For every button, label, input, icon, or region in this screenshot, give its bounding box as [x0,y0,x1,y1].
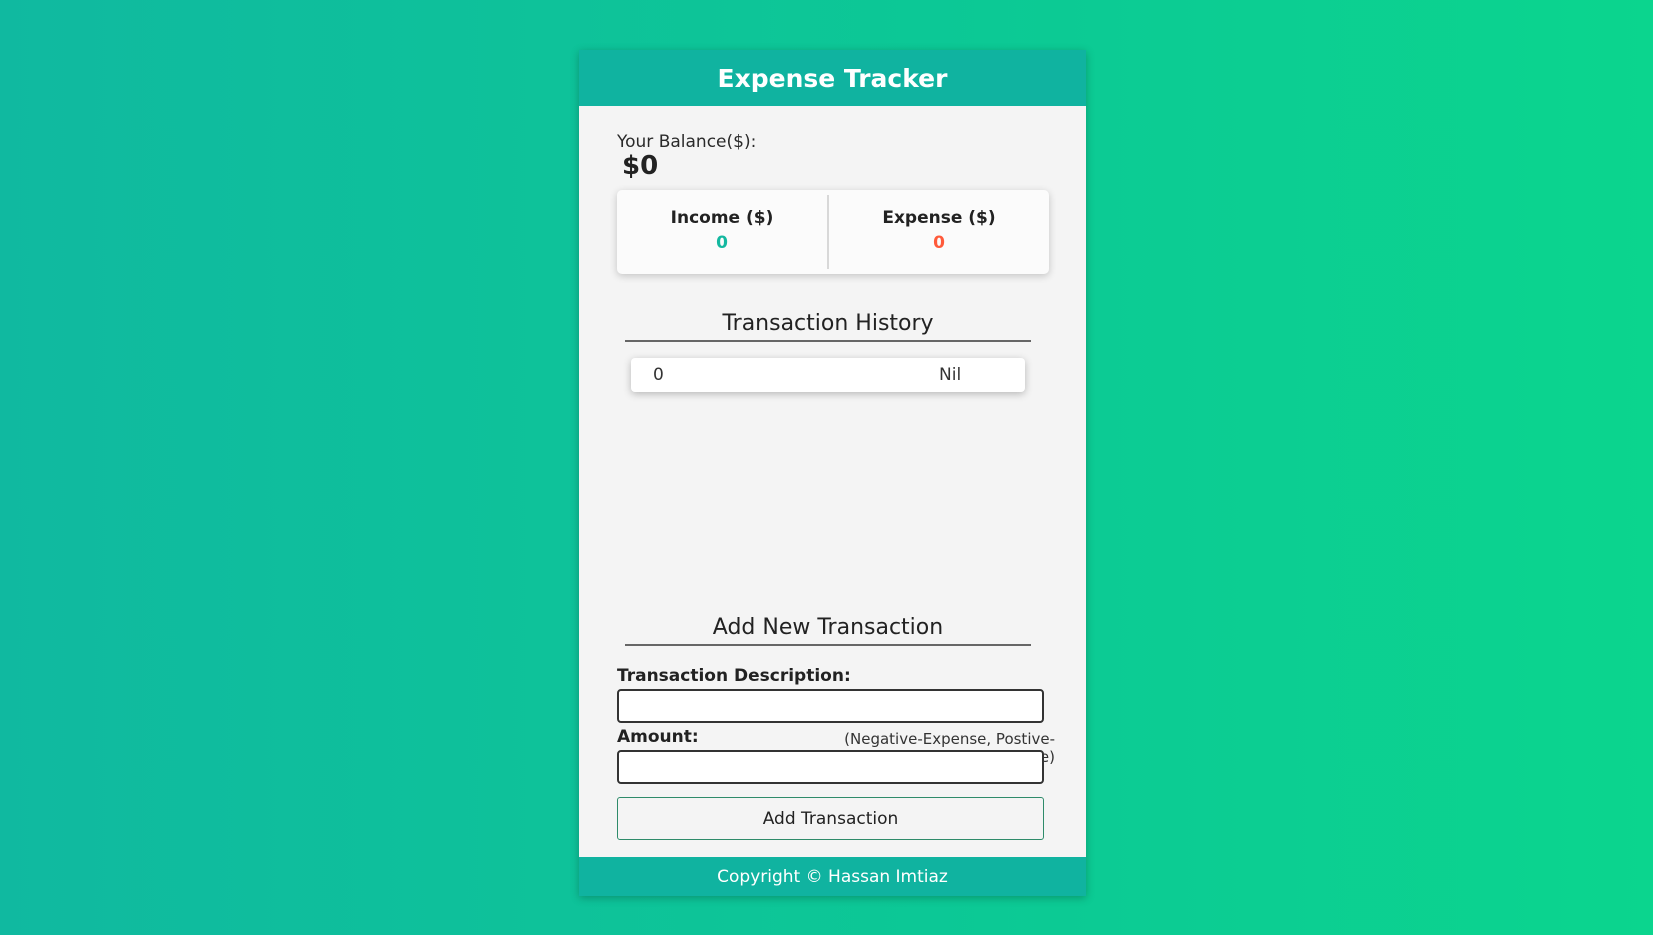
add-transaction-title: Add New Transaction [625,615,1031,646]
transaction-history-title: Transaction History [625,311,1031,342]
description-label: Transaction Description: [617,666,851,686]
app-header: Expense Tracker [579,50,1086,106]
history-item-amount: 0 [653,365,664,385]
expense-tracker-card: Expense Tracker Your Balance($): $0 Inco… [579,50,1086,896]
balance-label: Your Balance($): [617,132,757,152]
balance-value: $0 [622,151,659,181]
expense-label: Expense ($) [882,208,996,228]
amount-input[interactable] [617,750,1044,784]
history-list-item[interactable]: 0 Nil [631,358,1025,392]
income-value: 0 [716,233,728,253]
expense-column: Expense ($) 0 [829,190,1049,274]
income-label: Income ($) [670,208,774,228]
app-title: Expense Tracker [717,63,948,93]
amount-label: Amount: [617,727,699,747]
expense-value: 0 [933,233,945,253]
footer: Copyright © Hassan Imtiaz [579,857,1086,896]
income-column: Income ($) 0 [617,190,827,274]
description-input[interactable] [617,689,1044,723]
income-expense-summary: Income ($) 0 Expense ($) 0 [617,190,1049,274]
history-item-description: Nil [939,365,962,385]
copyright-text: Copyright © Hassan Imtiaz [717,866,948,887]
add-transaction-button[interactable]: Add Transaction [617,797,1044,840]
